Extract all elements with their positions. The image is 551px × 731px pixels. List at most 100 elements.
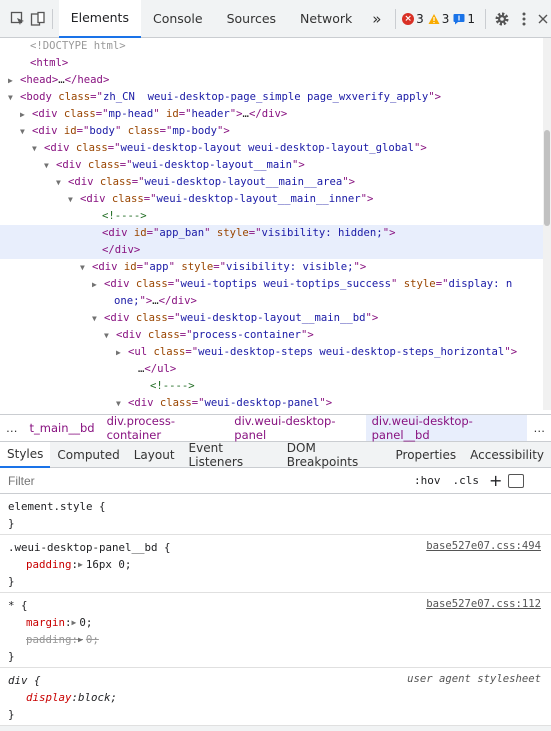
dom-node-line[interactable]: </div> <box>0 242 543 259</box>
dom-tree[interactable]: <!DOCTYPE html> <html> ▶ <head>… </head> ▼ <bo… <box>0 38 543 410</box>
expanded-triangle-icon[interactable]: ▼ <box>44 157 54 174</box>
collapsed-triangle-icon[interactable]: ▶ <box>8 72 18 89</box>
dom-node-line[interactable]: ▼ <div class =" weui-desktop-layout weui-de… <box>0 140 543 157</box>
rule-selector[interactable]: element.style { <box>8 498 543 515</box>
breadcrumb-item-selected[interactable]: div.weui-desktop-panel__bd <box>365 414 528 442</box>
dom-node-line[interactable]: ▶ <div class =" weui-toptips weui-toptips_s… <box>0 276 543 293</box>
tab-console[interactable]: Console <box>141 0 215 38</box>
property-value[interactable]: 16px 0; <box>86 558 132 571</box>
property-value[interactable]: 0; <box>86 633 99 646</box>
dom-node-line[interactable]: <div id =" app_ban " style =" visibility: hid… <box>0 225 543 242</box>
messages-badge[interactable]: 1 <box>453 12 475 26</box>
tab-accessibility[interactable]: Accessibility <box>463 442 551 468</box>
property-name[interactable]: margin <box>26 616 65 629</box>
dom-node-line[interactable]: ▶ <ul class =" weui-desktop-steps weui-desk… <box>0 344 543 361</box>
expanded-triangle-icon[interactable]: ▼ <box>116 395 126 410</box>
property-value[interactable]: 0; <box>79 616 92 629</box>
style-rule[interactable]: .weui-desktop-panel__bd {base527e07.css:… <box>0 535 551 593</box>
dom-node-line[interactable]: ▶ <head>… </head> <box>0 72 543 89</box>
breadcrumb-item[interactable]: t_main__bd <box>24 415 101 441</box>
dom-node-line[interactable]: <!----> <box>0 378 543 395</box>
collapsed-triangle-icon[interactable]: ▶ <box>116 344 126 361</box>
errors-badge[interactable]: × 3 <box>402 12 424 26</box>
scrollbar-thumb[interactable] <box>544 130 550 226</box>
breadcrumb-overflow-right[interactable]: … <box>527 415 551 441</box>
property-name[interactable]: display <box>26 691 72 704</box>
expanded-triangle-icon[interactable]: ▼ <box>68 191 78 208</box>
dom-node-line[interactable]: … </ul> <box>0 361 543 378</box>
tab-sources[interactable]: Sources <box>215 0 288 38</box>
dom-node-line[interactable]: ▼ <div class =" weui-desktop-layout__main__… <box>0 310 543 327</box>
hov-toggle[interactable]: :hov <box>414 474 441 487</box>
device-toolbar-icon[interactable] <box>30 8 46 30</box>
more-options-icon[interactable] <box>516 8 532 30</box>
property-name[interactable]: padding <box>26 558 72 571</box>
tab-computed[interactable]: Computed <box>50 442 126 468</box>
warnings-badge[interactable]: 3 <box>428 12 449 26</box>
expand-shorthand-triangle-icon[interactable]: ▶ <box>78 560 83 569</box>
tab-layout[interactable]: Layout <box>127 442 182 468</box>
property-value[interactable]: block; <box>78 691 117 704</box>
dom-node-line[interactable]: ▼ <div class =" weui-desktop-layout__main__… <box>0 174 543 191</box>
messages-count: 1 <box>467 11 476 26</box>
expand-shorthand-triangle-icon[interactable]: ▶ <box>72 618 77 627</box>
expand-shorthand-triangle-icon[interactable]: ▶ <box>78 635 83 644</box>
dom-node-line[interactable]: <html> <box>0 55 543 72</box>
dom-node-line[interactable]: ▼ <div class =" weui-desktop-layout__main__… <box>0 191 543 208</box>
expanded-triangle-icon[interactable]: ▼ <box>32 140 42 157</box>
style-declaration[interactable]: display: block; <box>8 689 543 706</box>
property-name[interactable]: padding <box>26 633 72 646</box>
user-agent-source: user agent stylesheet <box>407 673 541 685</box>
expanded-triangle-icon[interactable]: ▼ <box>56 174 66 191</box>
style-declaration[interactable]: padding: ▶ 0; <box>8 631 543 648</box>
dom-node-line[interactable]: ▼ <div class =" weui-desktop-panel "> <box>0 395 543 410</box>
style-rule[interactable]: div {user agent stylesheet display: block… <box>0 668 551 726</box>
tab-dom-breakpoints[interactable]: DOM Breakpoints <box>280 441 389 469</box>
toggle-computed-sidebar-icon[interactable] <box>508 473 525 488</box>
stylesheet-source-link[interactable]: base527e07.css:112 <box>426 598 541 610</box>
styles-filter-input[interactable] <box>8 473 388 488</box>
breadcrumb-item[interactable]: div.weui-desktop-panel <box>228 414 365 442</box>
dom-node-line[interactable]: one; ">… </div> <box>0 293 543 310</box>
dom-node-line[interactable]: <!----> <box>0 208 543 225</box>
errors-count: 3 <box>416 11 424 26</box>
collapsed-triangle-icon[interactable]: ▶ <box>20 106 30 123</box>
gear-icon[interactable] <box>494 8 510 30</box>
tab-network[interactable]: Network <box>288 0 364 38</box>
expanded-triangle-icon[interactable]: ▼ <box>92 310 102 327</box>
tab-styles[interactable]: Styles <box>0 441 51 468</box>
new-style-rule-button[interactable]: + <box>489 471 502 490</box>
dom-tree-scrollbar[interactable] <box>543 38 551 410</box>
tab-event-listeners[interactable]: Event Listeners <box>182 441 280 469</box>
dom-node-line[interactable]: ▼ <div id =" body " class =" mp-body "> <box>0 123 543 140</box>
dom-tag-token: "> <box>353 261 367 273</box>
dom-node-line[interactable]: ▶ <div class =" mp-head " id =" header ">… </div… <box>0 106 543 123</box>
dom-tag-token: =" <box>167 278 181 290</box>
dom-node-line[interactable]: ▼ <div class =" process-container "> <box>0 327 543 344</box>
close-icon[interactable] <box>535 8 551 30</box>
dom-doctype-token: <!DOCTYPE html> <box>30 40 126 52</box>
style-rule[interactable]: * {base527e07.css:112 margin: ▶ 0; padding:… <box>0 593 551 668</box>
dom-node-line[interactable]: ▼ <div id =" app " style =" visibility: visibl… <box>0 259 543 276</box>
breadcrumb-overflow-left[interactable]: … <box>0 415 24 441</box>
dom-node-line[interactable]: ▼ <div class =" weui-desktop-layout__main "> <box>0 157 543 174</box>
expanded-triangle-icon[interactable]: ▼ <box>80 259 90 276</box>
dom-node-line[interactable]: <!DOCTYPE html> <box>0 38 543 55</box>
cls-toggle[interactable]: .cls <box>453 474 480 487</box>
collapsed-triangle-icon[interactable]: ▶ <box>92 276 102 293</box>
expanded-triangle-icon[interactable]: ▼ <box>104 327 114 344</box>
expanded-triangle-icon[interactable]: ▼ <box>20 123 30 140</box>
style-rule[interactable]: element.style {} <box>0 494 551 535</box>
tab-elements[interactable]: Elements <box>58 0 141 38</box>
more-tabs-button[interactable]: » <box>364 0 389 38</box>
style-declaration[interactable]: padding: ▶ 16px 0; <box>8 556 543 573</box>
stylesheet-source-link[interactable]: base527e07.css:494 <box>426 540 541 552</box>
tab-properties[interactable]: Properties <box>389 442 464 468</box>
dom-node-line[interactable]: ▼ <body class =" zh_CN weui-desktop-page_si… <box>0 89 543 106</box>
inspect-element-icon[interactable] <box>10 8 26 30</box>
breadcrumb-item[interactable]: div.process-container <box>101 414 229 442</box>
dom-tag-token: <div <box>32 108 64 120</box>
expanded-triangle-icon[interactable]: ▼ <box>8 89 18 106</box>
style-declaration[interactable]: margin: ▶ 0; <box>8 614 543 631</box>
dom-tag-token: " <box>204 227 217 239</box>
